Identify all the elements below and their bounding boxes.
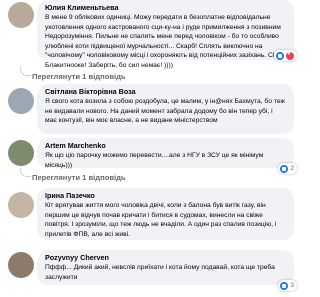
reply-tree-line bbox=[20, 168, 31, 177]
reaction-count: 3 bbox=[290, 282, 294, 289]
reaction-badge[interactable] bbox=[274, 50, 297, 61]
like-icon bbox=[280, 281, 289, 290]
comment-text: Пффф... Дикий акий, невслів приїхати і к… bbox=[45, 264, 275, 281]
comment-text: Як що ціо парочку можемо перевести....ал… bbox=[45, 152, 264, 169]
comment-author[interactable]: Artem Marchenko bbox=[45, 141, 286, 151]
avatar[interactable] bbox=[8, 88, 34, 114]
comment-text: Я свого кота возила з собою роздобула, ц… bbox=[45, 98, 285, 125]
reaction-badge[interactable]: 2 bbox=[278, 163, 297, 174]
comment-text: В мене 9 облікових одиниці. Можу передат… bbox=[45, 14, 284, 69]
comment-bubble: Artem Marchenko Як що ціо парочку можемо… bbox=[37, 138, 294, 169]
comment-author[interactable]: Pozyvnyy Cherven bbox=[45, 253, 286, 263]
avatar[interactable] bbox=[8, 140, 34, 166]
view-replies-label: Переглянути 1 відповідь bbox=[32, 72, 126, 81]
love-icon bbox=[286, 51, 294, 60]
avatar[interactable] bbox=[8, 252, 34, 278]
reaction-badge[interactable]: 3 bbox=[278, 280, 297, 291]
comment-author[interactable]: Світлана Вікторівна Воза bbox=[45, 87, 286, 97]
avatar[interactable] bbox=[8, 2, 34, 28]
comment-text: Кіт врятував життя мого чоловіка двічі, … bbox=[45, 202, 277, 238]
reply-tree-line bbox=[20, 67, 31, 76]
comment-author[interactable]: Ірина Пазечко bbox=[45, 191, 286, 201]
like-icon bbox=[280, 164, 289, 173]
reaction-count: 2 bbox=[290, 165, 294, 172]
view-replies-label: Переглянути 1 відповідь bbox=[32, 173, 126, 182]
comment-bubble: Pozyvnyy Cherven Пффф... Дикий акий, нев… bbox=[37, 250, 294, 285]
like-icon bbox=[276, 51, 284, 60]
avatar[interactable] bbox=[8, 192, 34, 218]
comment-bubble: Світлана Вікторівна Воза Я свого кота во… bbox=[37, 84, 294, 134]
comment-1: Юлия Клименьтьева В мене 9 облікових оди… bbox=[0, 0, 300, 69]
comment-bubble: Юлия Клименьтьева В мене 9 облікових оди… bbox=[37, 0, 294, 69]
view-replies-link[interactable]: Переглянути 1 відповідь bbox=[32, 173, 126, 182]
comment-bubble: Ірина Пазечко Кіт врятував життя мого чо… bbox=[37, 188, 294, 240]
view-replies-link[interactable]: Переглянути 1 відповідь bbox=[32, 72, 126, 81]
comment-author[interactable]: Юлия Клименьтьева bbox=[45, 3, 286, 13]
